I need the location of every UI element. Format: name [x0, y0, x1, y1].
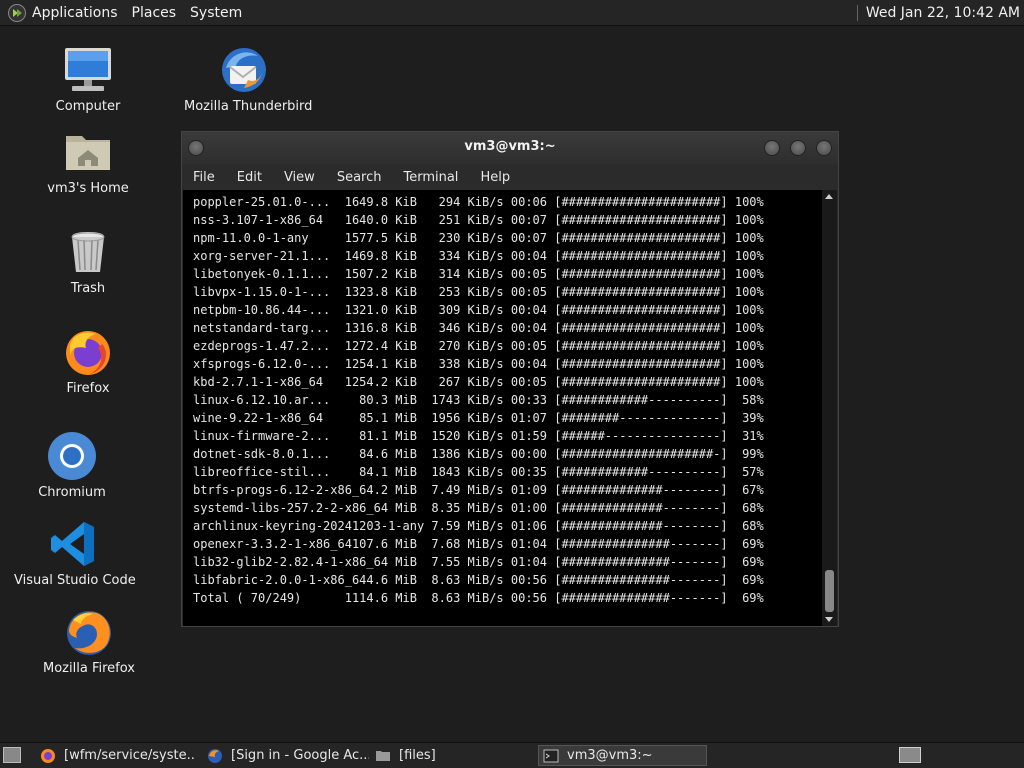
desktop-icon-label: vm3's Home	[47, 181, 129, 196]
taskbar-item-firefox-2[interactable]: [Sign in - Google Ac...	[203, 745, 369, 766]
terminal-line: linux-6.12.10.ar... 80.3 MiB 1743 KiB/s …	[193, 393, 764, 407]
taskbar-item-label: [Sign in - Google Ac...	[231, 748, 369, 763]
menu-file[interactable]: File	[193, 170, 215, 185]
terminal-line: wine-9.22-1-x86_64 85.1 MiB 1956 KiB/s 0…	[193, 411, 764, 425]
terminal-line: archlinux-keyring-20241203-1-any 7.59 Mi…	[193, 519, 764, 533]
clock[interactable]: Wed Jan 22, 10:42 AM	[866, 5, 1020, 21]
desktop-icon-label: Firefox	[66, 381, 110, 396]
desktop-icon-computer[interactable]: Computer	[28, 44, 148, 114]
firefox-icon	[63, 606, 115, 658]
terminal-line: netstandard-targ... 1316.8 KiB 346 KiB/s…	[193, 321, 764, 335]
terminal-line: lib32-glib2-2.82.4-1-x86_64 MiB 7.55 MiB…	[193, 555, 764, 569]
desktop-icon-thunderbird[interactable]: Mozilla Thunderbird	[184, 44, 313, 114]
firefox-icon	[40, 748, 56, 764]
menu-edit[interactable]: Edit	[237, 170, 262, 185]
menu-logo-icon[interactable]	[8, 3, 26, 22]
taskbar-item-label: vm3@vm3:~	[567, 748, 653, 763]
menu-search[interactable]: Search	[337, 170, 382, 185]
show-desktop-icon[interactable]	[3, 747, 21, 763]
desktop-icon-firefox[interactable]: Firefox	[28, 326, 148, 396]
terminal-line: Total ( 70/249) 1114.6 MiB 8.63 MiB/s 00…	[193, 591, 764, 605]
panel-separator	[856, 4, 858, 21]
terminal-line: xorg-server-21.1... 1469.8 KiB 334 KiB/s…	[193, 249, 764, 263]
desktop-icon-label: Mozilla Firefox	[43, 661, 135, 676]
taskbar-item-files[interactable]: [files]	[371, 745, 537, 766]
firefox-icon	[207, 748, 223, 764]
terminal-line: netpbm-10.86.44-... 1321.0 KiB 309 KiB/s…	[193, 303, 764, 317]
bottom-panel: [wfm/service/syste... [Sign in - Google …	[0, 742, 1024, 768]
terminal-line: libetonyek-0.1.1... 1507.2 KiB 314 KiB/s…	[193, 267, 764, 281]
terminal-text: poppler-25.01.0-... 1649.8 KiB 294 KiB/s…	[183, 190, 822, 607]
scrollbar[interactable]	[822, 190, 837, 626]
top-panel: Applications Places System Wed Jan 22, 1…	[0, 0, 1024, 26]
desktop-icon-label: Computer	[55, 99, 121, 114]
menu-terminal[interactable]: Terminal	[403, 170, 458, 185]
minimize-button[interactable]	[764, 140, 780, 156]
applications-menu[interactable]: Applications	[32, 5, 118, 21]
thunderbird-icon	[218, 44, 270, 96]
desktop-icon-trash[interactable]: Trash	[28, 226, 148, 296]
window-title: vm3@vm3:~	[464, 139, 556, 154]
terminal-line: btrfs-progs-6.12-2-x86_64.2 MiB 7.49 MiB…	[193, 483, 764, 497]
terminal-line: nss-3.107-1-x86_64 1640.0 KiB 251 KiB/s …	[193, 213, 764, 227]
computer-icon	[62, 44, 114, 96]
vscode-icon	[48, 518, 100, 570]
close-button[interactable]	[816, 140, 832, 156]
terminal-line: ezdeprogs-1.47.2... 1272.4 KiB 270 KiB/s…	[193, 339, 764, 353]
desktop-icon-label: Visual Studio Code	[14, 573, 136, 588]
taskbar-item-label: [files]	[399, 748, 436, 763]
maximize-button[interactable]	[790, 140, 806, 156]
desktop-icon-label: Mozilla Thunderbird	[184, 99, 313, 114]
firefox-icon	[62, 326, 114, 378]
desktop-icon-home[interactable]: vm3's Home	[28, 126, 148, 196]
workspace-switcher[interactable]	[899, 747, 921, 763]
terminal-line: poppler-25.01.0-... 1649.8 KiB 294 KiB/s…	[193, 195, 764, 209]
desktop-icon-chromium[interactable]: Chromium	[12, 430, 132, 500]
menu-help[interactable]: Help	[480, 170, 510, 185]
places-menu[interactable]: Places	[132, 5, 177, 21]
chromium-icon	[46, 430, 98, 482]
system-menu[interactable]: System	[190, 5, 242, 21]
terminal-icon	[543, 748, 559, 764]
desktop-icon-vscode[interactable]: Visual Studio Code	[14, 518, 136, 588]
trash-icon	[62, 226, 114, 278]
terminal-line: libreoffice-stil... 84.1 MiB 1843 KiB/s …	[193, 465, 764, 479]
taskbar-item-firefox-1[interactable]: [wfm/service/syste...	[36, 745, 196, 766]
terminal-menubar: File Edit View Search Terminal Help	[182, 164, 838, 190]
terminal-line: openexr-3.3.2-1-x86_64107.6 MiB 7.68 MiB…	[193, 537, 764, 551]
taskbar-item-label: [wfm/service/syste...	[64, 748, 196, 763]
desktop-icon-label: Chromium	[38, 485, 106, 500]
terminal-output[interactable]: poppler-25.01.0-... 1649.8 KiB 294 KiB/s…	[183, 190, 822, 626]
terminal-line: npm-11.0.0-1-any 1577.5 KiB 230 KiB/s 00…	[193, 231, 764, 245]
menu-view[interactable]: View	[284, 170, 315, 185]
scroll-down-arrow[interactable]	[825, 617, 833, 622]
titlebar[interactable]: vm3@vm3:~	[182, 132, 838, 164]
home-folder-icon	[62, 126, 114, 178]
terminal-line: linux-firmware-2... 81.1 MiB 1520 KiB/s …	[193, 429, 764, 443]
scroll-up-arrow[interactable]	[825, 194, 833, 199]
scroll-thumb[interactable]	[825, 570, 834, 612]
terminal-line: libfabric-2.0.0-1-x86_644.6 MiB 8.63 MiB…	[193, 573, 764, 587]
desktop-icon-mozilla-firefox[interactable]: Mozilla Firefox	[29, 606, 149, 676]
terminal-line: kbd-2.7.1-1-x86_64 1254.2 KiB 267 KiB/s …	[193, 375, 764, 389]
folder-icon	[375, 748, 391, 764]
terminal-line: libvpx-1.15.0-1-... 1323.8 KiB 253 KiB/s…	[193, 285, 764, 299]
terminal-line: systemd-libs-257.2-2-x86_64 MiB 8.35 MiB…	[193, 501, 764, 515]
terminal-line: xfsprogs-6.12.0-... 1254.1 KiB 338 KiB/s…	[193, 357, 764, 371]
terminal-line: dotnet-sdk-8.0.1... 84.6 MiB 1386 KiB/s …	[193, 447, 764, 461]
terminal-window[interactable]: vm3@vm3:~ File Edit View Search Terminal…	[181, 131, 839, 627]
desktop-icon-label: Trash	[70, 281, 106, 296]
taskbar-item-terminal[interactable]: vm3@vm3:~	[538, 745, 707, 766]
